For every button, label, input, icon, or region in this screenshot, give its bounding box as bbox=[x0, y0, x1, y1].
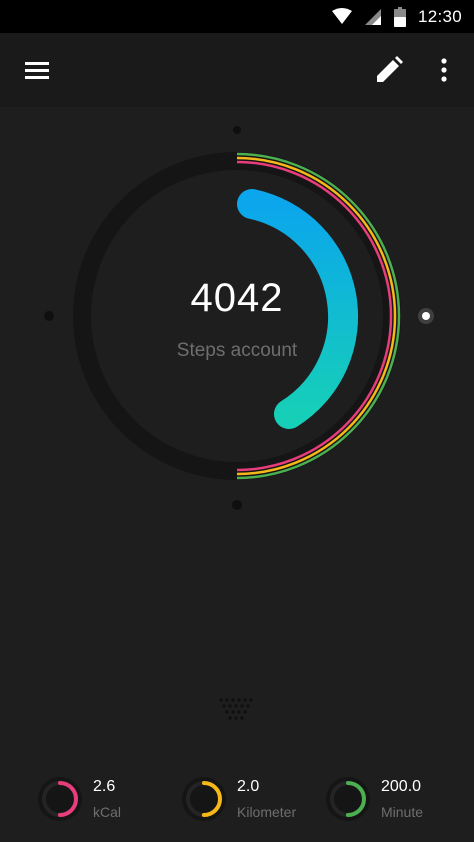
kcal-ring bbox=[38, 777, 82, 821]
ring-marker-bottom bbox=[232, 500, 242, 510]
menu-button[interactable] bbox=[12, 45, 62, 95]
status-bar: 12:30 bbox=[0, 0, 474, 33]
stat-kilometer-label: Kilometer bbox=[237, 804, 297, 820]
minute-ring bbox=[326, 777, 370, 821]
overflow-menu-button[interactable] bbox=[424, 45, 464, 95]
stat-minute-value: 200.0 bbox=[381, 778, 422, 795]
wifi-icon bbox=[331, 7, 352, 24]
edit-button[interactable] bbox=[364, 45, 414, 95]
stats-bar: 2.6 kCal 2.0 Kilometer 200.0 Minute bbox=[0, 768, 474, 832]
ring-marker-top bbox=[233, 126, 241, 134]
stat-kilometer[interactable]: 2.0 Kilometer bbox=[179, 768, 319, 830]
stat-kcal-value: 2.6 bbox=[93, 778, 116, 795]
pencil-edit-icon bbox=[377, 56, 403, 82]
stat-kcal-label: kCal bbox=[93, 804, 122, 820]
stat-minute-label: Minute bbox=[381, 804, 424, 820]
status-icons: 12:30 bbox=[331, 0, 462, 33]
steps-count: 4042 bbox=[190, 276, 284, 320]
stat-kcal[interactable]: 2.6 kCal bbox=[35, 768, 165, 830]
hamburger-menu-icon bbox=[25, 62, 49, 79]
kilometer-ring bbox=[182, 777, 226, 821]
status-time: 12:30 bbox=[417, 6, 462, 26]
stat-kilometer-value: 2.0 bbox=[237, 778, 260, 795]
battery-icon bbox=[393, 6, 406, 27]
steps-label: Steps account bbox=[176, 340, 298, 361]
stat-minute[interactable]: 200.0 Minute bbox=[323, 768, 463, 830]
overflow-menu-icon bbox=[441, 58, 447, 82]
cellular-signal-icon bbox=[364, 8, 381, 25]
pull-up-handle-icon[interactable] bbox=[219, 697, 255, 723]
toolbar bbox=[0, 33, 474, 107]
